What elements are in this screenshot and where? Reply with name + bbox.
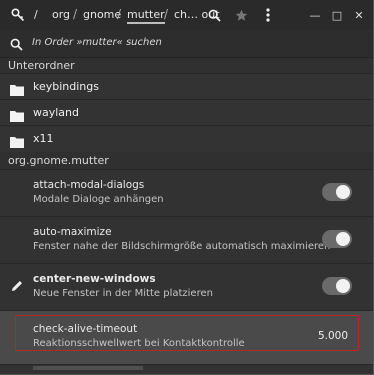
key-row-attach-modal-dialogs[interactable]: attach-modal-dialogs Modale Dialoge anhä… [0,169,373,216]
folder-icon [10,107,24,122]
center-new-windows-toggle[interactable] [322,277,352,295]
key-search-icon[interactable] [10,7,26,23]
dconf-editor-window: / org / gnome / mutter / ch… out — □ ✕ I… [0,0,374,375]
pencil-icon [10,278,24,292]
section-title-subfolders: Unterordner [8,59,75,72]
more-vertical-icon[interactable] [260,7,276,23]
folder-icon [10,133,24,148]
folder-label: wayland [33,106,79,119]
partial-row-text [33,366,143,370]
key-description: Reaktionsschwellwert bei Kontaktkontroll… [33,338,245,349]
folder-label: keybindings [33,80,99,93]
folder-row-keybindings[interactable]: keybindings [0,73,373,100]
key-name: check-alive-timeout [33,323,138,335]
key-description: Modale Dialoge anhängen [33,194,164,205]
key-name: attach-modal-dialogs [33,179,145,191]
breadcrumb-gnome[interactable]: gnome [83,8,121,21]
key-name: center-new-windows [33,273,156,285]
key-row-check-alive-timeout[interactable]: check-alive-timeout Reaktionsschwellwert… [0,310,373,365]
header-bar: / org / gnome / mutter / ch… out — □ ✕ [0,0,373,31]
key-value: 5.000 [317,330,348,342]
maximize-button[interactable]: □ [329,7,345,23]
breadcrumb-separator: / [164,7,169,21]
breadcrumb-org[interactable]: org [52,8,70,21]
toggle-knob [336,279,350,293]
folder-label: x11 [33,132,54,145]
search-icon[interactable] [206,7,222,23]
breadcrumb-separator: / [73,7,78,21]
folder-icon [10,81,24,96]
key-row-auto-maximize[interactable]: auto-maximize Fenster nahe der Bildschir… [0,216,373,263]
breadcrumb-separator: / [117,7,122,21]
search-input[interactable]: In Order »mutter« suchen [32,37,162,48]
breadcrumb-mutter[interactable]: mutter [127,8,165,24]
search-field-icon [10,36,24,51]
next-key-row-partial[interactable] [0,364,373,374]
star-icon[interactable] [233,7,249,23]
auto-maximize-toggle[interactable] [322,230,352,248]
minimize-button[interactable]: — [307,7,323,23]
folder-row-x11[interactable]: x11 [0,125,373,152]
key-description: Neue Fenster in der Mitte platzieren [33,288,213,299]
section-title-schema: org.gnome.mutter [8,154,109,167]
folder-row-wayland[interactable]: wayland [0,99,373,126]
key-description: Fenster nahe der Bildschirmgröße automat… [33,241,331,252]
key-row-center-new-windows[interactable]: center-new-windows Neue Fenster in der M… [0,263,373,310]
breadcrumb-root[interactable]: / [34,8,38,21]
attach-modal-dialogs-toggle[interactable] [322,183,352,201]
close-button[interactable]: ✕ [351,7,367,23]
toggle-knob [336,232,350,246]
key-name: auto-maximize [33,226,112,238]
search-bar[interactable]: In Order »mutter« suchen [0,30,373,58]
toggle-knob [336,185,350,199]
